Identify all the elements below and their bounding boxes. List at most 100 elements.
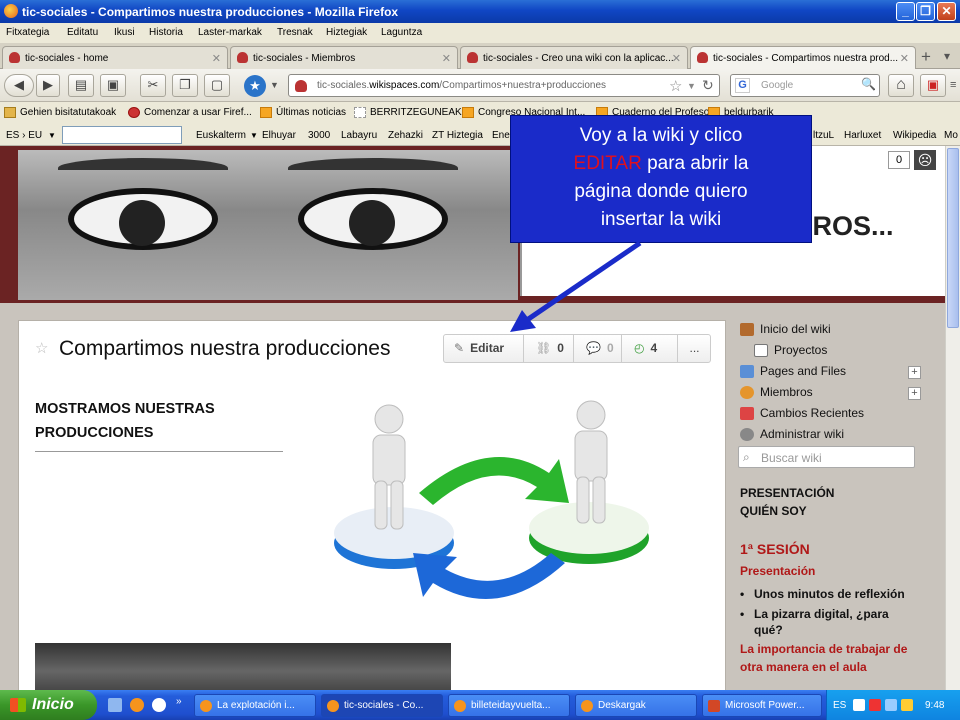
maximize-button[interactable]: ❐	[916, 2, 935, 21]
tab-close-icon[interactable]: ✕	[672, 52, 681, 65]
paste-icon[interactable]: ▢	[204, 74, 230, 97]
add-page-button[interactable]: +	[908, 366, 921, 379]
bookmark-star-icon[interactable]: ☆	[669, 77, 682, 95]
forward-button[interactable]: ▶	[36, 74, 60, 97]
quicklaunch-desktop-icon[interactable]	[108, 698, 122, 712]
bookmark-berritzeguneak[interactable]: BERRITZEGUNEAK	[354, 107, 462, 118]
sidebar-bullet-pizarra[interactable]: La pizarra digital, ¿para qué?	[740, 606, 920, 638]
taskbar-item-billete[interactable]: billeteidayvuelta...	[448, 694, 570, 717]
copy-icon[interactable]: ❐	[172, 74, 198, 97]
add-member-button[interactable]: +	[908, 387, 921, 400]
home-button[interactable]: ⌂	[888, 74, 914, 97]
dict-harluxet[interactable]: Harluxet	[844, 130, 881, 141]
more-actions-button[interactable]: ...	[678, 335, 711, 362]
user-avatar-icon[interactable]: ☹	[914, 150, 936, 170]
tab-close-icon[interactable]: ✕	[442, 52, 451, 65]
addon-button[interactable]: ▣	[920, 74, 946, 97]
sidebar-link-importancia-cont[interactable]: otra manera en el aula	[740, 660, 867, 674]
quicklaunch-firefox-icon[interactable]	[130, 698, 144, 712]
menu-history[interactable]: Historia	[149, 27, 183, 38]
tray-icon-security[interactable]	[869, 699, 881, 711]
tray-icon-network[interactable]	[853, 699, 865, 711]
url-history-dropdown-icon[interactable]: ▼	[687, 81, 696, 91]
sidebar-item-admin[interactable]: Administrar wiki	[740, 427, 844, 441]
menu-dictionaries[interactable]: Hiztegiak	[326, 27, 367, 38]
tab-creo-una-wiki[interactable]: tic-sociales - Creo una wiki con la apli…	[460, 46, 688, 69]
dropdown-arrow-icon[interactable]: ▼	[270, 80, 279, 90]
comments-button[interactable]: 💬 0	[574, 335, 622, 362]
language-indicator[interactable]: ES	[833, 700, 846, 711]
print-icon[interactable]: ▤	[68, 74, 94, 97]
favorite-star-icon[interactable]: ☆	[35, 339, 48, 357]
close-window-button[interactable]: ✕	[937, 2, 956, 21]
sidebar-link-importancia[interactable]: La importancia de trabajar de	[740, 642, 907, 656]
dict-wikipedia[interactable]: Wikipedia	[893, 130, 936, 141]
sidebar-link-presentation[interactable]: Presentación	[740, 564, 815, 578]
sidebar-link-quien-soy[interactable]: QUIÉN SOY	[740, 504, 807, 518]
sidebar-item-home[interactable]: Inicio del wiki	[740, 322, 831, 336]
scrollbar-thumb[interactable]	[947, 148, 959, 328]
quicklaunch-expand-icon[interactable]: »	[176, 696, 182, 707]
sidebar-bullet-reflexion[interactable]: Unos minutos de reflexión	[740, 586, 905, 602]
sidebar-item-pages-files[interactable]: Pages and Files	[740, 364, 846, 378]
history-button[interactable]: ◴ 4	[622, 335, 678, 362]
search-icon[interactable]: 🔍	[861, 77, 876, 91]
addon-star-icon[interactable]: ★	[244, 75, 266, 97]
search-box[interactable]: G Google 🔍	[730, 74, 880, 97]
clock[interactable]: 9:48	[925, 700, 944, 711]
overflow-menu-icon[interactable]: ≡	[950, 79, 956, 91]
page-scrollbar[interactable]	[945, 146, 960, 690]
google-engine-icon[interactable]: G	[735, 78, 750, 93]
sidebar-link-presentacion[interactable]: PRESENTACIÓN	[740, 486, 834, 500]
window-title-bar[interactable]: tic-sociales - Compartimos nuestra produ…	[0, 0, 960, 23]
dict-elhuyar[interactable]: Elhuyar	[262, 130, 296, 141]
quicklaunch-media-icon[interactable]	[152, 698, 166, 712]
notification-counter[interactable]: 0	[888, 151, 910, 169]
dict-labayru[interactable]: Labayru	[341, 130, 377, 141]
dict-euskalterm[interactable]: Euskalterm	[196, 130, 246, 141]
dict-3000[interactable]: 3000	[308, 130, 330, 141]
menu-view[interactable]: Ikusi	[114, 27, 135, 38]
dict-mo[interactable]: Mo	[944, 130, 958, 141]
edit-button[interactable]: ✎ Editar	[444, 335, 524, 362]
language-dropdown-icon[interactable]: ▼	[48, 131, 56, 140]
tab-miembros[interactable]: tic-sociales - Miembros ✕	[230, 46, 458, 69]
cut-icon[interactable]: ✂	[140, 74, 166, 97]
start-button[interactable]: Inicio	[0, 690, 97, 720]
menu-tools[interactable]: Tresnak	[277, 27, 313, 38]
menu-bookmarks[interactable]: Laster-markak	[198, 27, 262, 38]
menu-file[interactable]: Fitxategia	[6, 27, 49, 38]
sidebar-item-cambios[interactable]: Cambios Recientes	[740, 406, 864, 420]
bookmark-most-visited[interactable]: Gehien bisitatutakoak	[4, 107, 116, 118]
tab-close-icon[interactable]: ✕	[212, 52, 221, 65]
bookmark-latest-news[interactable]: Últimas noticias	[260, 107, 346, 118]
dict-ene[interactable]: Ene	[492, 130, 510, 141]
taskbar-item-tic-sociales[interactable]: tic-sociales - Co...	[321, 694, 443, 717]
url-bar[interactable]: tic-sociales.wikispaces.com/Compartimos+…	[288, 74, 720, 97]
dict-dropdown-icon[interactable]: ▼	[250, 131, 258, 140]
taskbar-item-powerpoint[interactable]: Microsoft Power...	[702, 694, 822, 717]
tray-icon-update[interactable]	[901, 699, 913, 711]
language-selector[interactable]: ES › EU	[6, 130, 42, 141]
new-tab-button[interactable]: +	[921, 47, 931, 67]
tab-compartimos[interactable]: tic-sociales - Compartimos nuestra prod.…	[690, 46, 916, 69]
dict-itzul[interactable]: ltzuL	[813, 130, 834, 141]
tab-home[interactable]: tic-sociales - home ✕	[2, 46, 228, 69]
tab-list-button[interactable]: ▾	[944, 49, 950, 63]
bookmark-getting-started[interactable]: Comenzar a usar Firef...	[128, 107, 252, 118]
reload-icon[interactable]: ↻	[702, 77, 714, 94]
tab-close-icon[interactable]: ✕	[900, 52, 909, 65]
links-button[interactable]: ⛓ 0	[524, 335, 574, 362]
sidebar-item-proyectos[interactable]: Proyectos	[754, 343, 827, 357]
menu-edit[interactable]: Editatu	[67, 27, 98, 38]
menu-help[interactable]: Laguntza	[381, 27, 422, 38]
taskbar-item-explotacion[interactable]: La explotación i...	[194, 694, 316, 717]
bookmark-page-icon[interactable]: ▣	[100, 74, 126, 97]
sidebar-item-miembros[interactable]: Miembros	[740, 385, 813, 399]
taskbar-item-deskargak[interactable]: Deskargak	[575, 694, 697, 717]
back-button[interactable]: ◀	[4, 74, 34, 97]
wiki-search-input[interactable]: ⌕ Buscar wiki	[738, 446, 915, 468]
dict-zehazki[interactable]: Zehazki	[388, 130, 423, 141]
tray-icon-volume[interactable]	[885, 699, 897, 711]
minimize-button[interactable]: _	[896, 2, 915, 21]
